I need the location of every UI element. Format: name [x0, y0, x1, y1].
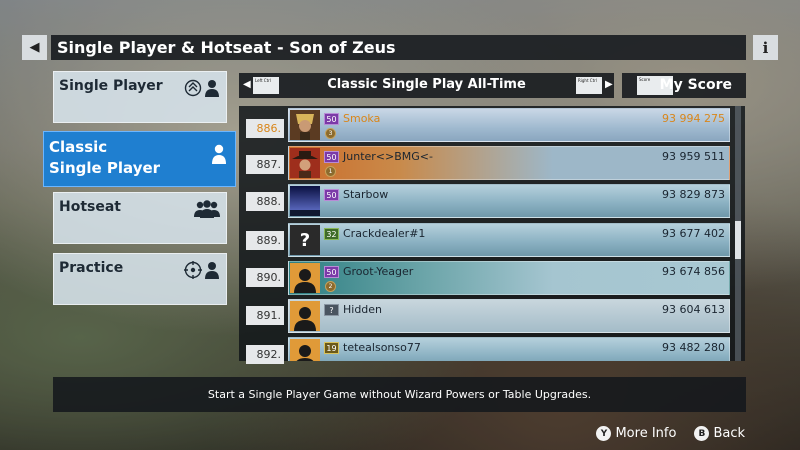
person-icon	[205, 262, 219, 279]
mode-description-bar: Start a Single Player Game without Wizar…	[53, 377, 746, 412]
question-mark-avatar-icon: ?	[290, 225, 320, 255]
level-badge: 50	[324, 266, 339, 278]
leaderboard-row[interactable]: ? 32 Crackdealer#1 93 677 402	[288, 223, 730, 257]
player-score: 93 959 511	[662, 150, 725, 163]
menu-item-label-line2: Single Player	[49, 159, 161, 177]
player-score: 93 677 402	[662, 227, 725, 240]
right-ctrl-key-hint: Right Ctrl	[576, 77, 602, 94]
leaderboard-title: Classic Single Play All-Time	[327, 77, 526, 92]
player-name: Hidden	[343, 303, 383, 316]
menu-item-icons	[211, 144, 227, 164]
player-name: Crackdealer#1	[343, 227, 426, 240]
level-badge: ?	[324, 304, 339, 316]
player-name: Smoka	[343, 112, 381, 125]
menu-item-icons	[184, 79, 220, 97]
level-badge: 50	[324, 189, 339, 201]
menu-item-label: Hotseat	[59, 199, 121, 215]
silhouette-avatar-icon	[290, 339, 320, 361]
mode-description: Start a Single Player Game without Wizar…	[207, 388, 592, 401]
cowboy-avatar-icon	[290, 148, 320, 178]
menu-item-practice[interactable]: Practice	[53, 253, 227, 305]
back-button[interactable]: B Back	[694, 426, 745, 441]
medal-icon: 2	[325, 281, 336, 292]
leaderboard-row[interactable]: 50 1 Junter<>BMG<- 93 959 511	[288, 146, 730, 180]
level-badge: 50	[324, 151, 339, 163]
silhouette-avatar-icon	[290, 301, 320, 331]
info-button[interactable]: i	[753, 35, 778, 60]
night-sky-avatar-icon	[290, 186, 320, 216]
my-score-tab[interactable]: Score My Score	[622, 73, 746, 98]
rank-label: 890.	[246, 268, 284, 287]
silhouette-avatar-icon	[290, 263, 320, 293]
player-name: tetealsonso77	[343, 341, 421, 354]
player-name: Groot-Yeager	[343, 265, 414, 278]
person-icon	[205, 80, 219, 97]
target-icon	[184, 261, 202, 279]
next-board-icon[interactable]: ▶	[605, 79, 613, 90]
menu-item-label: Practice	[59, 260, 124, 276]
more-info-button[interactable]: Y More Info	[596, 426, 676, 441]
mode-icon	[184, 79, 202, 97]
rank-label: 888.	[246, 192, 284, 211]
menu-item-label: Single Player	[59, 78, 163, 94]
person-icon	[212, 144, 226, 164]
page-title: Single Player & Hotseat - Son of Zeus	[57, 38, 396, 57]
my-score-label: My Score	[659, 77, 732, 93]
rank-label: 891.	[246, 306, 284, 325]
leaderboard-row[interactable]: ? Hidden 93 604 613	[288, 299, 730, 333]
y-button-icon: Y	[596, 426, 612, 441]
menu-item-classic-single-player[interactable]: Classic Single Player	[43, 131, 236, 187]
player-score: 93 674 856	[662, 265, 725, 278]
scrollbar-thumb[interactable]	[735, 221, 741, 259]
pharaoh-avatar-icon	[290, 110, 320, 140]
player-score: 93 604 613	[662, 303, 725, 316]
level-badge: 32	[324, 228, 339, 240]
b-button-icon: B	[694, 426, 710, 441]
more-info-label: More Info	[615, 426, 677, 441]
header: ◀ Single Player & Hotseat - Son of Zeus …	[22, 35, 778, 60]
back-arrow-button[interactable]: ◀	[22, 35, 47, 60]
rank-label: 887.	[246, 155, 284, 174]
medal-icon: 1	[325, 166, 336, 177]
player-name: Starbow	[343, 188, 389, 201]
menu-item-label-line1: Classic	[49, 138, 108, 156]
back-label: Back	[713, 426, 745, 441]
rank-label: 892.	[246, 345, 284, 364]
rank-column: 886. 887. 888. 889. 890. 891. 892.	[246, 106, 284, 364]
level-badge: 50	[324, 113, 339, 125]
player-score: 93 829 873	[662, 188, 725, 201]
leaderboard-row[interactable]: 50 Starbow 93 829 873	[288, 184, 730, 218]
leaderboard-row[interactable]: 50 2 Groot-Yeager 93 674 856	[288, 261, 730, 295]
player-score: 93 482 280	[662, 341, 725, 354]
rank-label: 886.	[246, 119, 284, 138]
menu-item-hotseat[interactable]: Hotseat	[53, 192, 227, 244]
leaderboard-row[interactable]: 50 3 Smoka 93 994 275	[288, 108, 730, 142]
leaderboard-list[interactable]: 50 3 Smoka 93 994 275 50 1 Junter<>BMG<-…	[288, 106, 730, 361]
leaderboard-header: ◀ Left Ctrl Classic Single Play All-Time…	[239, 73, 614, 98]
leaderboard-row[interactable]: 19 tetealsonso77 93 482 280	[288, 337, 730, 361]
menu-item-icons	[184, 261, 220, 279]
leaderboard-scrollbar[interactable]	[735, 106, 741, 361]
group-icon	[194, 200, 220, 218]
footer-controls: Y More Info B Back	[596, 426, 745, 441]
player-name: Junter<>BMG<-	[343, 150, 433, 163]
menu-item-label: Classic Single Player	[49, 137, 160, 179]
rank-label: 889.	[246, 231, 284, 250]
menu-item-single-player[interactable]: Single Player	[53, 71, 227, 123]
level-badge: 19	[324, 342, 339, 354]
page-title-bar: Single Player & Hotseat - Son of Zeus	[51, 35, 746, 60]
menu-item-icons	[194, 200, 220, 218]
player-score: 93 994 275	[662, 112, 725, 125]
medal-icon: 3	[325, 128, 336, 139]
